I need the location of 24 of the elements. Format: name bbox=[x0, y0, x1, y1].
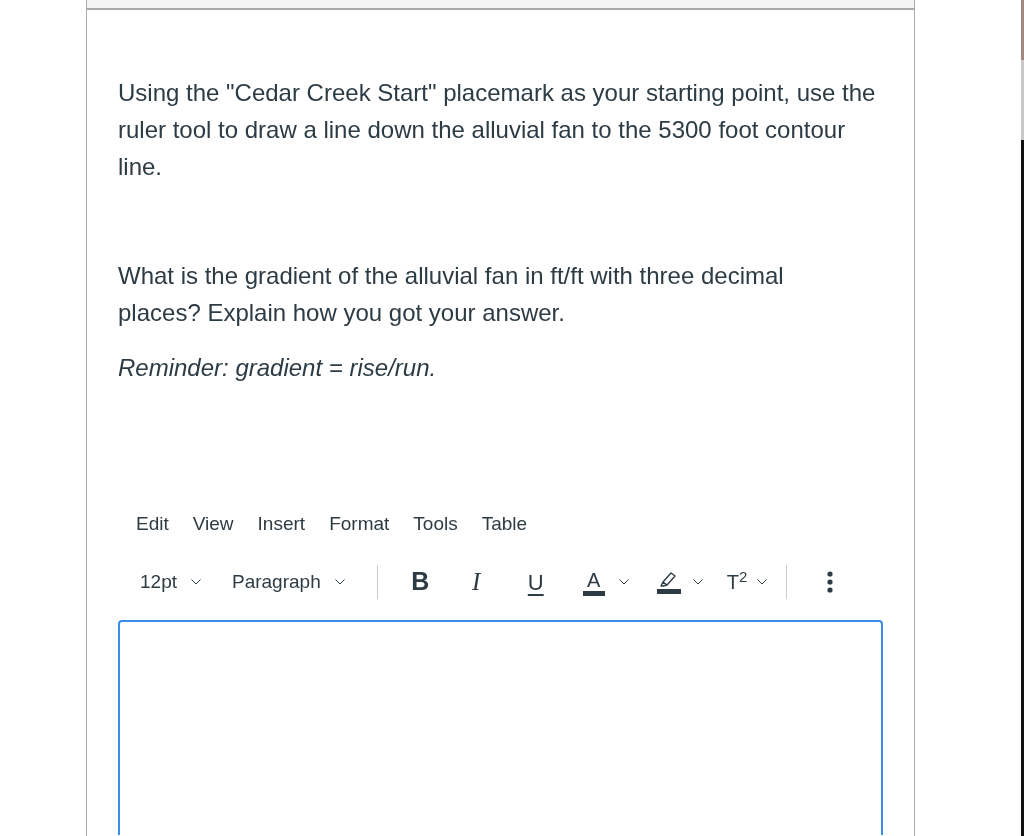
menu-item[interactable]: Insert bbox=[245, 506, 318, 542]
chevron-down-icon bbox=[334, 579, 345, 585]
chevron-down-icon bbox=[757, 579, 768, 585]
dropdown-button[interactable]: Paragraph bbox=[223, 564, 354, 600]
chevron-down-icon bbox=[191, 579, 201, 585]
color-swatch-icon bbox=[582, 590, 605, 596]
chevron-down-icon bbox=[618, 579, 629, 585]
reminder-text: Reminder: gradient = rise/run. bbox=[118, 353, 438, 383]
bold-button[interactable]: B bbox=[401, 564, 439, 600]
more-icon bbox=[827, 571, 834, 593]
italic-button[interactable]: I bbox=[459, 564, 493, 600]
question-paragraph: Using the "Cedar Creek Start" placemark as your starting point, use the ruler tool to draw a line down the alluvial fan to the 5300 foot contour line. bbox=[118, 78, 877, 182]
menu-item[interactable]: Format bbox=[317, 506, 402, 542]
superscript-button[interactable]: T$^{2}$ bbox=[717, 564, 777, 600]
menu-item[interactable]: View bbox=[180, 506, 246, 542]
menu-item[interactable]: Edit bbox=[124, 506, 181, 542]
menu-item[interactable]: Tools bbox=[401, 506, 470, 542]
dropdown-button[interactable]: 12pt bbox=[131, 564, 210, 600]
chevron-down-icon bbox=[692, 579, 703, 585]
text-color-button[interactable]: A bbox=[573, 564, 638, 600]
marker-icon bbox=[656, 570, 681, 594]
underline-button[interactable]: U bbox=[517, 564, 554, 600]
menu-item[interactable]: Table bbox=[469, 506, 540, 542]
question-paragraph: What is the gradient of the alluvial fan in ft/ft with three decimal places? Explain how you got your answer. bbox=[118, 261, 785, 328]
